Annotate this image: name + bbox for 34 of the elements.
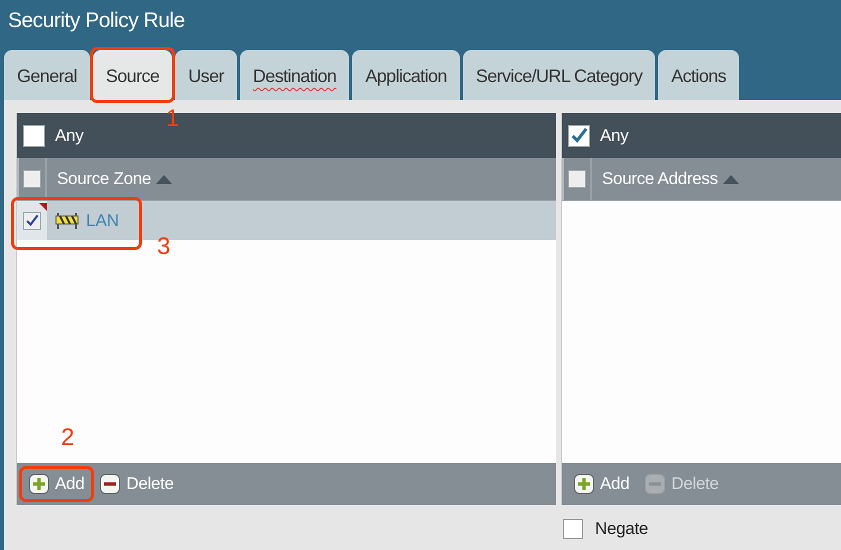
sort-ascending-icon[interactable] [722, 174, 739, 184]
checkbox[interactable] [563, 519, 583, 539]
tab[interactable]: Source [92, 50, 172, 100]
plus-icon [574, 474, 594, 494]
barrier-icon [55, 212, 79, 230]
checkbox[interactable] [23, 170, 41, 188]
minus-icon [645, 474, 666, 494]
column-header[interactable]: Source Zone [17, 158, 556, 201]
annotation-number: 2 [61, 426, 74, 450]
annotation-number: 1 [166, 107, 180, 131]
plus-icon [29, 474, 49, 494]
column-label: Source Zone [57, 169, 152, 189]
tab[interactable]: General [4, 50, 90, 100]
tab[interactable]: User [175, 50, 237, 100]
sort-ascending-icon[interactable] [156, 174, 172, 184]
checkbox[interactable] [23, 124, 45, 146]
column-header[interactable]: Source Address [562, 158, 841, 201]
zone-name[interactable]: LAN [86, 210, 120, 230]
tab[interactable]: Actions [658, 50, 740, 100]
toolbar-button[interactable]: Add [570, 472, 634, 496]
any-label: Any [55, 126, 84, 146]
tab[interactable]: Destination [240, 50, 350, 100]
tab[interactable]: Service/URL Category [462, 50, 656, 100]
checkbox[interactable] [23, 212, 41, 230]
checkbox[interactable] [568, 170, 586, 188]
any-label: Any [600, 126, 628, 146]
tab[interactable]: Application [352, 50, 460, 100]
negate-label: Negate [595, 519, 648, 539]
minus-icon [100, 474, 120, 494]
column-label: Source Address [602, 169, 718, 189]
checkbox[interactable] [568, 124, 590, 146]
toolbar-button[interactable]: Add [25, 472, 88, 496]
toolbar-button[interactable]: Delete [96, 472, 178, 496]
window-title: Security Policy Rule [8, 9, 185, 33]
